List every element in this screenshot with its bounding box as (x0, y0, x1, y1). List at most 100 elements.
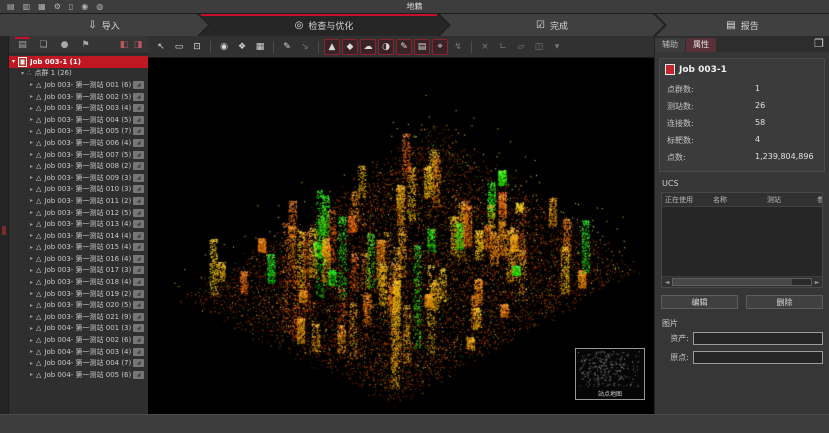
select-tool-icon[interactable]: ↖ (153, 39, 169, 55)
station-thumbnail-icon[interactable]: ◢ (133, 209, 144, 217)
expander-icon[interactable]: ▸ (27, 197, 36, 204)
station-thumbnail-icon[interactable]: ◢ (133, 255, 144, 263)
station-thumbnail-icon[interactable]: ◢ (133, 371, 144, 379)
step-complete[interactable]: ☑完成 (440, 14, 664, 36)
tree-item-station[interactable]: ▸△Job 003- 第一测站 016 (4)◢ (9, 253, 148, 265)
swap-icon[interactable]: × (477, 39, 493, 55)
tree-item-job-root[interactable]: ▾Job 003-1 (1) (9, 56, 148, 68)
draw-line-icon[interactable]: ✎ (279, 39, 295, 55)
tree-item-point-group[interactable]: ▾∴点群 1 (26) (9, 68, 148, 80)
sphere-marker-icon[interactable]: ◑ (378, 39, 394, 55)
tree-item-station[interactable]: ▸△Job 003- 第一测站 014 (4)◢ (9, 230, 148, 242)
step-inspect-optimize[interactable]: ◎检查与优化 (200, 14, 448, 36)
image-marker-icon[interactable]: ▤ (414, 39, 430, 55)
tree-item-station[interactable]: ▸△Job 003- 第一测站 006 (4)◢ (9, 137, 148, 149)
import-folder-icon[interactable]: ▥ (23, 0, 31, 13)
station-thumbnail-icon[interactable]: ◢ (133, 220, 144, 228)
station-thumbnail-icon[interactable]: ◢ (133, 81, 144, 89)
route-icon[interactable]: ↯ (450, 39, 466, 55)
tree-item-station[interactable]: ▸△Job 004- 第一测站 003 (4)◢ (9, 346, 148, 358)
cube-view-icon[interactable]: ▦ (252, 39, 268, 55)
expander-icon[interactable]: ▸ (27, 348, 36, 355)
station-thumbnail-icon[interactable]: ◢ (133, 232, 144, 240)
expander-icon[interactable]: ▸ (27, 116, 36, 123)
expander-icon[interactable]: ▸ (27, 255, 36, 262)
about-icon[interactable]: ◍ (96, 0, 103, 13)
save-icon[interactable]: ▦ (38, 0, 46, 13)
station-thumbnail-icon[interactable]: ◢ (133, 324, 144, 332)
asset-field[interactable] (693, 332, 823, 345)
tree-item-station[interactable]: ▸△Job 003- 第一测站 009 (3)◢ (9, 172, 148, 184)
project-tree-tab-icon[interactable]: ▤ (12, 37, 33, 53)
tab-properties[interactable]: 属性 (686, 38, 716, 52)
expander-icon[interactable]: ▸ (27, 128, 36, 135)
tree-item-station[interactable]: ▸△Job 003- 第一测站 011 (2)◢ (9, 195, 148, 207)
zoom-window-icon[interactable]: ⊡ (189, 39, 205, 55)
tree-item-station[interactable]: ▸△Job 003- 第一测站 021 (9)◢ (9, 311, 148, 323)
expander-icon[interactable]: ▸ (27, 360, 36, 367)
rect-select-icon[interactable]: ▭ (171, 39, 187, 55)
tree-item-station[interactable]: ▸△Job 003- 第一测站 012 (5)◢ (9, 207, 148, 219)
tree-item-station[interactable]: ▸△Job 004- 第一测站 001 (3)◢ (9, 323, 148, 335)
node-edit-icon[interactable]: ↘ (297, 39, 313, 55)
tree-item-station[interactable]: ▸△Job 003- 第一测站 004 (5)◢ (9, 114, 148, 126)
tree-item-station[interactable]: ▸△Job 004- 第一测站 005 (6)◢ (9, 369, 148, 381)
origin-field[interactable] (693, 351, 823, 364)
layout-b-icon[interactable]: ◫ (531, 39, 547, 55)
expander-icon[interactable]: ▾ (18, 70, 27, 77)
ucs-horizontal-scrollbar[interactable]: ◄ ► (662, 276, 822, 287)
help-icon[interactable]: ◉ (81, 0, 88, 13)
delete-button[interactable]: 删除 (746, 295, 823, 309)
expander-icon[interactable]: ▸ (27, 93, 36, 100)
tree-item-station[interactable]: ▸△Job 003- 第一测站 010 (3)◢ (9, 184, 148, 196)
station-thumbnail-icon[interactable]: ◢ (133, 104, 144, 112)
scrollbar-thumb[interactable] (673, 279, 792, 285)
tree-item-station[interactable]: ▸△Job 004- 第一测站 002 (6)◢ (9, 334, 148, 346)
filter-red-b-icon[interactable]: ◨ (131, 37, 145, 53)
station-thumbnail-icon[interactable]: ◢ (133, 290, 144, 298)
expander-icon[interactable]: ▸ (27, 337, 36, 344)
layout-a-icon[interactable]: ▱ (513, 39, 529, 55)
expander-icon[interactable]: ▸ (27, 325, 36, 332)
expander-icon[interactable]: ▸ (27, 209, 36, 216)
expander-icon[interactable]: ▸ (27, 244, 36, 251)
primitives-icon[interactable]: ❖ (234, 39, 250, 55)
database-icon[interactable]: ▯ (69, 0, 73, 13)
expander-icon[interactable]: ▾ (9, 58, 18, 65)
screenshot-camera-icon[interactable]: ◉ (216, 39, 232, 55)
expander-icon[interactable]: ▸ (27, 302, 36, 309)
expander-icon[interactable]: ▸ (27, 105, 36, 112)
tree-item-station[interactable]: ▸△Job 003- 第一测站 013 (4)◢ (9, 218, 148, 230)
station-thumbnail-icon[interactable]: ◢ (133, 359, 144, 367)
tree-item-station[interactable]: ▸△Job 003- 第一测站 005 (7)◢ (9, 126, 148, 138)
cloud-marker-icon[interactable]: ☁ (360, 39, 376, 55)
pin-marker-icon[interactable]: ⌖ (432, 39, 448, 55)
expander-icon[interactable]: ▸ (27, 174, 36, 181)
ucs-column-header[interactable]: 名称 (710, 195, 764, 205)
tree-item-station[interactable]: ▸△Job 003- 第一测站 017 (3)◢ (9, 265, 148, 277)
ucs-table-body[interactable] (662, 207, 822, 276)
expander-icon[interactable]: ▸ (27, 313, 36, 320)
expander-icon[interactable]: ▸ (27, 139, 36, 146)
ucs-column-header[interactable]: 测站 (764, 195, 814, 205)
step-import[interactable]: ⇩导入 (0, 14, 208, 36)
expander-icon[interactable]: ▸ (27, 371, 36, 378)
panel-layout-icon[interactable]: ❐ (814, 37, 824, 50)
site-minimap[interactable]: 站点地图 (575, 348, 645, 400)
tree-item-station[interactable]: ▸△Job 004- 第一测站 004 (7)◢ (9, 357, 148, 369)
axis-icon[interactable]: ∟ (495, 39, 511, 55)
expander-icon[interactable]: ▸ (27, 232, 36, 239)
tag-marker-icon[interactable]: ◆ (342, 39, 358, 55)
scrollbar-track[interactable] (672, 278, 812, 286)
station-thumbnail-icon[interactable]: ◢ (133, 127, 144, 135)
scroll-left-icon[interactable]: ◄ (662, 279, 672, 286)
scroll-right-icon[interactable]: ► (812, 279, 822, 286)
toolbar-dropdown-icon[interactable]: ▾ (549, 39, 565, 55)
station-thumbnail-icon[interactable]: ◢ (133, 93, 144, 101)
tree-item-station[interactable]: ▸△Job 003- 第一测站 008 (2)◢ (9, 160, 148, 172)
station-thumbnail-icon[interactable]: ◢ (133, 162, 144, 170)
station-thumbnail-icon[interactable]: ◢ (133, 185, 144, 193)
settings-gear-icon[interactable]: ⚙ (54, 0, 61, 13)
pen-marker-icon[interactable]: ✎ (396, 39, 412, 55)
station-thumbnail-icon[interactable]: ◢ (133, 313, 144, 321)
